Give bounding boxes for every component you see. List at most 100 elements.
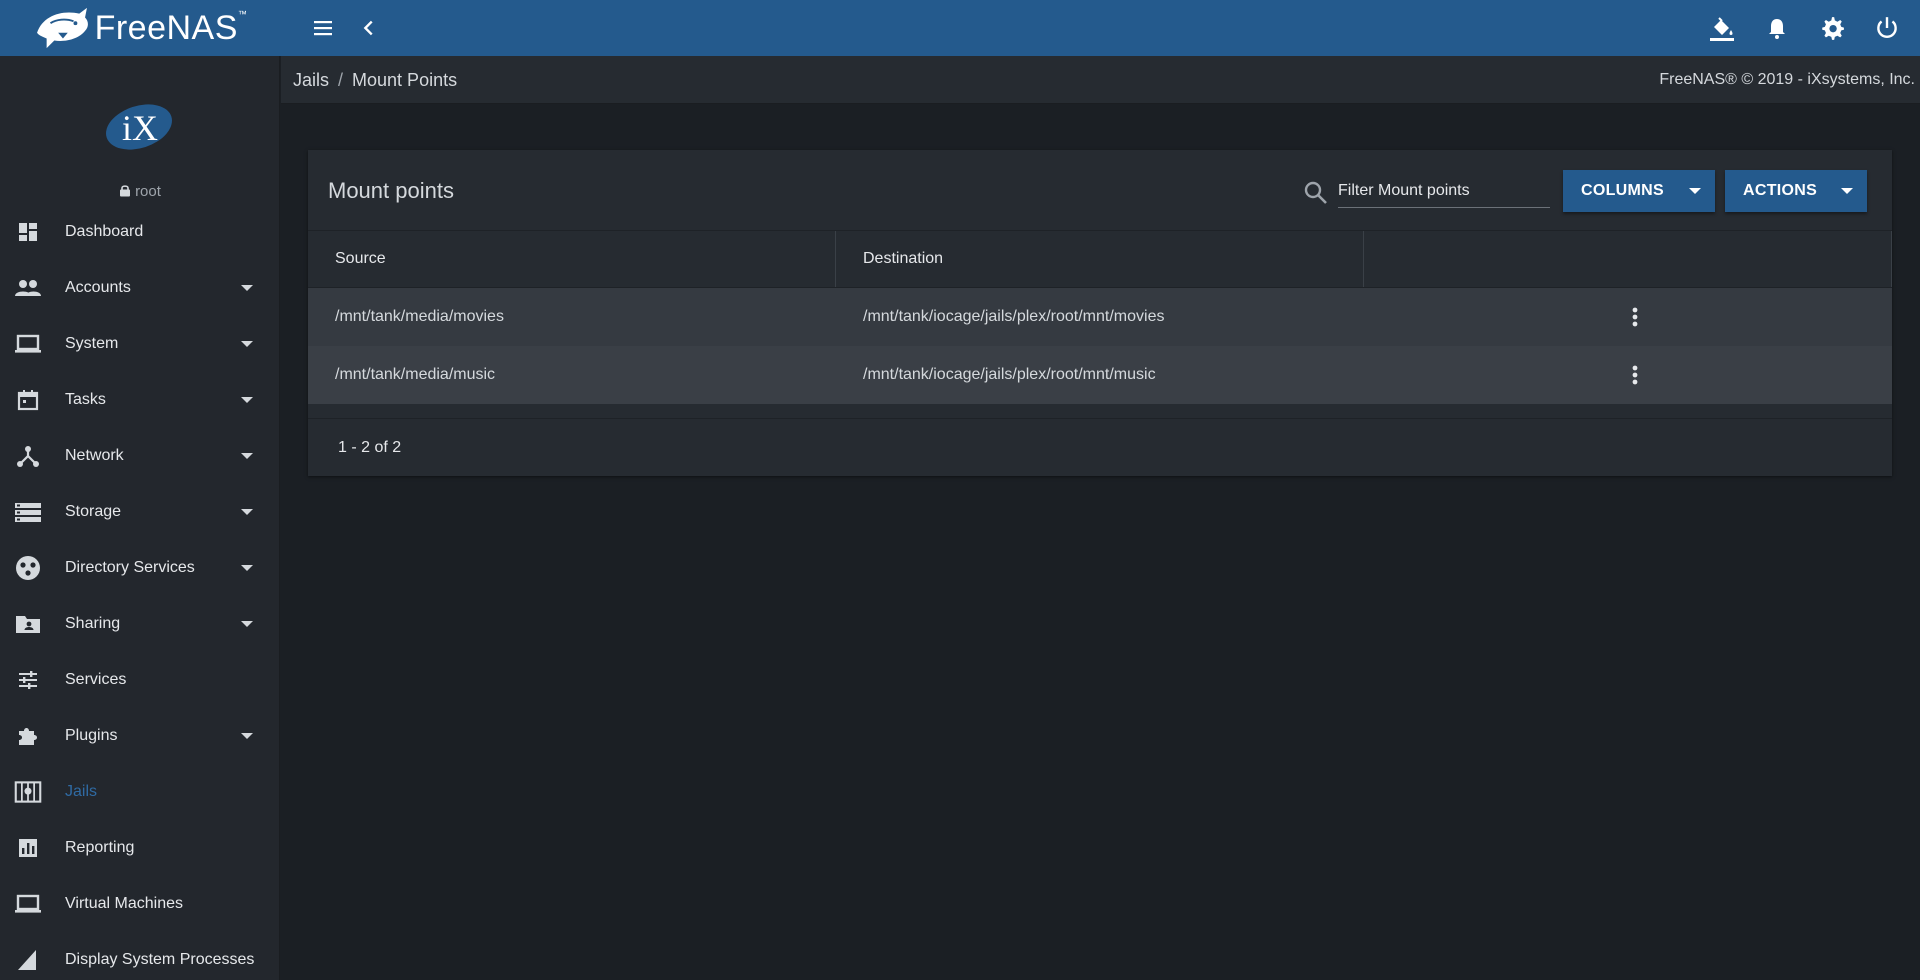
sidebar-item-label: Display System Processes <box>65 951 255 968</box>
lock-icon <box>120 185 131 197</box>
sidebar-item-accounts[interactable]: Accounts <box>0 260 279 316</box>
sidebar-item-label: Plugins <box>65 727 118 744</box>
chevron-down-icon <box>241 453 253 459</box>
dashboard-icon <box>14 220 42 244</box>
power-icon <box>1877 17 1897 38</box>
columns-button-label: COLUMNS <box>1581 182 1664 199</box>
network-icon <box>14 444 42 468</box>
row-menu-button[interactable] <box>1618 358 1652 392</box>
actions-button[interactable]: ACTIONS <box>1725 170 1867 212</box>
laptop-icon <box>14 892 42 916</box>
triangle-icon <box>14 948 42 972</box>
columns-button[interactable]: COLUMNS <box>1563 170 1715 212</box>
sidebar-item-virtual-machines[interactable]: Virtual Machines <box>0 876 279 932</box>
sidebar-item-tasks[interactable]: Tasks <box>0 372 279 428</box>
top-right-toolbar <box>1682 0 1902 56</box>
settings-button[interactable] <box>1817 13 1847 43</box>
sidebar-item-label: Services <box>65 671 127 688</box>
table-row[interactable]: /mnt/tank/media/music /mnt/tank/iocage/j… <box>308 346 1892 404</box>
directory-services-icon <box>14 556 42 580</box>
sidebar-item-network[interactable]: Network <box>0 428 279 484</box>
column-header-source[interactable]: Source <box>308 231 836 287</box>
sidebar: iX root Dashboard Accounts System Tasks <box>0 56 280 980</box>
filter-field <box>1294 178 1550 214</box>
top-bar: FreeNAS™ <box>0 0 1920 56</box>
column-header-actions <box>1364 231 1892 287</box>
shared-folder-icon <box>14 612 42 636</box>
gear-icon <box>1822 17 1844 40</box>
row-menu-button[interactable] <box>1618 300 1652 334</box>
people-icon <box>14 276 42 300</box>
ix-logo-icon: iX <box>106 104 172 150</box>
more-vert-icon <box>1632 307 1638 327</box>
sidebar-item-storage[interactable]: Storage <box>0 484 279 540</box>
sidebar-item-system[interactable]: System <box>0 316 279 372</box>
sidebar-item-label: Storage <box>65 503 122 520</box>
collapse-sidebar-button[interactable] <box>354 13 384 43</box>
sidebar-item-display-system-processes[interactable]: Display System Processes <box>0 932 279 980</box>
sidebar-item-services[interactable]: Services <box>0 652 279 708</box>
menu-icon <box>314 21 332 36</box>
column-header-destination[interactable]: Destination <box>836 231 1364 287</box>
sidebar-item-label: Reporting <box>65 839 135 856</box>
sidebar-item-label: Network <box>65 447 124 464</box>
sliders-icon <box>14 668 42 692</box>
calendar-icon <box>14 388 42 412</box>
bar-chart-icon <box>14 836 42 860</box>
chevron-down-icon <box>241 341 253 347</box>
sidebar-item-plugins[interactable]: Plugins <box>0 708 279 764</box>
laptop-icon <box>14 332 42 356</box>
chevron-down-icon <box>1841 188 1853 194</box>
actions-button-label: ACTIONS <box>1743 182 1818 199</box>
sidebar-item-label: Sharing <box>65 615 121 632</box>
chevron-down-icon <box>241 621 253 627</box>
jail-icon <box>14 780 42 804</box>
theme-button[interactable] <box>1707 13 1737 43</box>
more-vert-icon <box>1632 365 1638 385</box>
breadcrumb-separator: / <box>338 70 344 90</box>
sidebar-item-label: System <box>65 335 119 352</box>
menu-toggle-button[interactable] <box>308 13 338 43</box>
sidebar-item-sharing[interactable]: Sharing <box>0 596 279 652</box>
search-icon <box>1304 181 1327 204</box>
chevron-down-icon <box>241 397 253 403</box>
paint-bucket-icon <box>1710 17 1734 41</box>
breadcrumb-current: Mount Points <box>352 70 458 90</box>
breadcrumb: Jails / Mount Points <box>293 70 457 91</box>
cell-destination: /mnt/tank/iocage/jails/plex/root/mnt/mov… <box>863 308 1165 325</box>
cell-source: /mnt/tank/media/music <box>335 366 496 383</box>
brand-logo[interactable]: FreeNAS™ <box>0 0 280 56</box>
chevron-down-icon <box>241 733 253 739</box>
sidebar-item-label: Tasks <box>65 391 106 408</box>
page-title: Mount points <box>328 178 454 203</box>
svg-text:iX: iX <box>122 108 158 148</box>
breadcrumb-parent-link[interactable]: Jails <box>293 70 329 90</box>
sidebar-item-dashboard[interactable]: Dashboard <box>0 204 279 260</box>
puzzle-icon <box>14 724 42 748</box>
user-profile: iX root <box>0 56 279 204</box>
table-footer: 1 - 2 of 2 <box>308 418 1892 476</box>
brand-name: FreeNAS™ <box>94 8 248 47</box>
table-header: Source Destination <box>308 230 1892 288</box>
alerts-button[interactable] <box>1762 13 1792 43</box>
filter-input[interactable] <box>1338 178 1550 208</box>
sidebar-item-reporting[interactable]: Reporting <box>0 820 279 876</box>
freenas-shark-logo-icon <box>36 7 88 49</box>
chevron-down-icon <box>241 509 253 515</box>
chevron-down-icon <box>1689 188 1701 194</box>
power-button[interactable] <box>1872 13 1902 43</box>
chevron-left-icon <box>363 20 373 36</box>
chevron-down-icon <box>241 285 253 291</box>
storage-icon <box>14 500 42 524</box>
sidebar-item-directory-services[interactable]: Directory Services <box>0 540 279 596</box>
sidebar-item-label: Jails <box>65 783 98 800</box>
cell-destination: /mnt/tank/iocage/jails/plex/root/mnt/mus… <box>863 366 1156 383</box>
sidebar-item-label: Virtual Machines <box>65 895 183 912</box>
pagination-range: 1 - 2 of 2 <box>338 439 402 456</box>
bell-icon <box>1769 19 1785 39</box>
sidebar-item-label: Directory Services <box>65 559 195 576</box>
copyright: FreeNAS® © 2019 - iXsystems, Inc. <box>1659 71 1915 88</box>
mount-points-card: Mount points COLUMNS ACTIONS Source Dest… <box>308 150 1892 476</box>
table-row[interactable]: /mnt/tank/media/movies /mnt/tank/iocage/… <box>308 288 1892 346</box>
sidebar-item-jails[interactable]: Jails <box>0 764 279 820</box>
